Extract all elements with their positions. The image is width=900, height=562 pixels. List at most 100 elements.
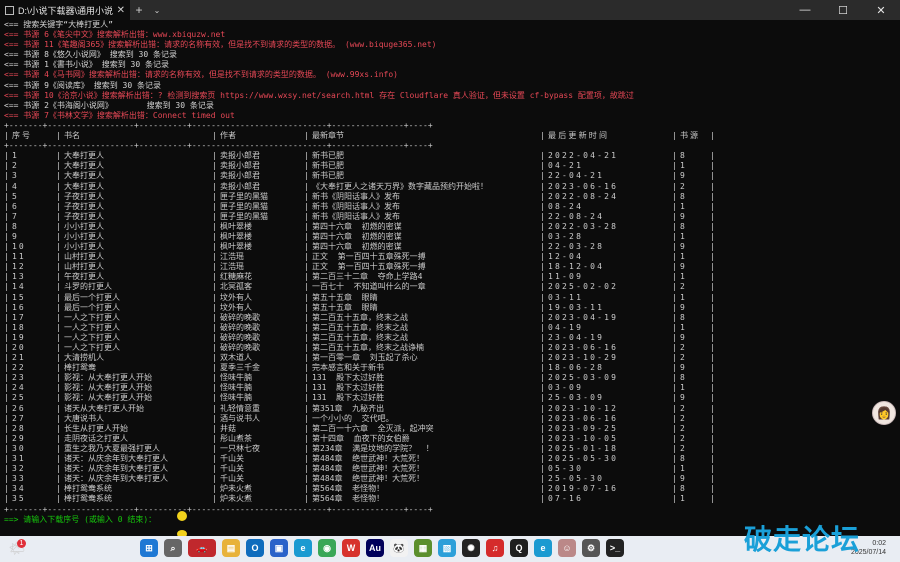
netease-music-icon[interactable]: ♫ xyxy=(486,539,504,557)
column-separator: | xyxy=(212,322,217,332)
column-separator: | xyxy=(56,151,61,161)
column-separator: | xyxy=(672,201,677,211)
avatar-app-icon[interactable]: ☺ xyxy=(558,539,576,557)
column-separator: | xyxy=(540,201,545,211)
table-cell: 9 xyxy=(680,211,687,221)
table-cell: 23-04-19 xyxy=(548,332,605,342)
terminal-icon[interactable]: >_ xyxy=(606,539,624,557)
column-separator: | xyxy=(672,322,677,332)
photo-icon[interactable]: ▧ xyxy=(438,539,456,557)
column-separator: | xyxy=(304,403,309,413)
weather-widget[interactable]: 🌤 1 xyxy=(6,539,28,559)
audition-icon[interactable]: Au xyxy=(366,539,384,557)
column-separator: | xyxy=(672,433,677,443)
settings-icon[interactable]: ⚙ xyxy=(582,539,600,557)
table-cell: 第484章 绝世武神！大荒死！ xyxy=(312,454,425,464)
table-cell: 9 xyxy=(680,363,687,373)
log-line: <== 书源 6《笔尖中文》搜索解析出错：www.xbiquzw.net xyxy=(4,30,226,40)
table-cell: 25 xyxy=(12,393,26,403)
column-separator: | xyxy=(304,454,309,464)
qq-icon[interactable]: Q xyxy=(510,539,528,557)
table-row: | 5 | 子夜打更人 | 匣子里的黑猫 | 新书《阴阳话事人》发布 | 2022-08-24 | 8… xyxy=(4,192,896,202)
table-cell: 新书已肥 xyxy=(312,171,344,181)
table-cell: 1 xyxy=(680,161,687,171)
panda-icon[interactable]: 🐼 xyxy=(390,539,408,557)
table-cell: 131 殿下太过好胜 xyxy=(312,373,385,383)
column-separator: | xyxy=(540,221,545,231)
column-separator: | xyxy=(672,373,677,383)
table-row: | 15 | 最后一个打更人 | 坟外有人 | 第五十五章 眼睛 | 03-11 | 1 | xyxy=(4,293,896,303)
table-cell: 一人之下打更人 xyxy=(64,343,120,352)
column-separator: | xyxy=(672,443,677,453)
windows-start-icon[interactable]: ⊞ xyxy=(140,539,158,557)
table-cell: 2023-06-16 xyxy=(548,413,619,423)
table-cell: 正文 第一百四十五章殊死一搏 xyxy=(312,262,426,272)
minimize-button[interactable]: — xyxy=(786,0,824,20)
column-separator: | xyxy=(212,201,217,211)
avatar[interactable]: 👩 xyxy=(872,401,896,425)
store-icon[interactable]: ▣ xyxy=(270,539,288,557)
table-cell: 斗罗的打更人 xyxy=(64,282,112,292)
table-cell: 13 xyxy=(12,272,26,282)
new-tab-button[interactable]: + xyxy=(130,3,148,17)
column-separator: | xyxy=(304,322,309,332)
chrome-icon[interactable]: ◉ xyxy=(318,539,336,557)
log-messages: <== 搜索关键字“大棒打更人” <== 书源 6《笔尖中文》搜索解析出错：www… xyxy=(4,20,896,121)
column-separator: | xyxy=(710,373,715,383)
car-app-icon[interactable]: 🚗 xyxy=(188,539,216,557)
column-separator: | xyxy=(4,292,9,302)
table-row: | 4 | 大奉打更人 | 卖报小郎君 | 《大奉打更人之诸天万界》数字藏品预约开始啦！ | 20… xyxy=(4,182,896,192)
wps-icon[interactable]: W xyxy=(342,539,360,557)
chevron-down-icon[interactable]: ⌄ xyxy=(148,6,166,15)
column-separator: | xyxy=(4,191,9,201)
terminal-tab[interactable]: D:\小说下载器\通用小说下载器.exe ✕ xyxy=(0,0,130,20)
window-controls: — ☐ ✕ xyxy=(786,0,900,20)
close-button[interactable]: ✕ xyxy=(862,0,900,20)
column-separator: | xyxy=(4,231,9,241)
outlook-icon[interactable]: O xyxy=(246,539,264,557)
column-separator: | xyxy=(672,171,677,181)
search-icon[interactable]: ⌕ xyxy=(164,539,182,557)
table-cell: 千山关 xyxy=(220,474,244,484)
column-separator: | xyxy=(710,221,715,231)
terminal-output[interactable]: <== 搜索关键字“大棒打更人” <== 书源 6《笔尖中文》搜索解析出错：www… xyxy=(4,20,896,530)
column-separator: | xyxy=(672,363,677,373)
table-cell: 第234章 满是坟地的学院？ ！ xyxy=(312,443,434,453)
file-explorer-icon[interactable]: ▤ xyxy=(222,539,240,557)
column-separator: | xyxy=(56,231,61,241)
table-cell: 第二百三十二章 夺命上学路4 xyxy=(312,272,423,282)
openai-icon[interactable]: ✺ xyxy=(462,539,480,557)
table-cell: 2023-04-19 xyxy=(548,312,619,322)
column-separator: | xyxy=(4,262,9,272)
table-cell: 2 xyxy=(680,282,687,292)
watermark-logo: 破走论坛 xyxy=(744,523,861,556)
table-cell: 小小打更人 xyxy=(64,231,104,241)
column-separator: | xyxy=(540,454,545,464)
column-separator: | xyxy=(304,353,309,363)
app-tiles-icon[interactable]: ▦ xyxy=(414,539,432,557)
table-cell: 匣子里的黑猫 xyxy=(220,211,268,221)
column-separator: | xyxy=(4,343,9,352)
column-separator: | xyxy=(304,373,309,383)
column-separator: | xyxy=(4,211,9,221)
tab-close-icon[interactable]: ✕ xyxy=(117,5,125,16)
column-separator: | xyxy=(710,363,715,373)
table-cell: 1 xyxy=(680,494,687,504)
column-separator: | xyxy=(710,393,715,403)
edge-icon[interactable]: e xyxy=(294,539,312,557)
column-separator: | xyxy=(212,231,217,241)
table-cell: 07-16 xyxy=(548,494,584,504)
tab-title: D:\小说下载器\通用小说下载器.exe xyxy=(18,5,113,16)
table-row: | 7 | 子夜打更人 | 匣子里的黑猫 | 新书《阴阳话事人》发布 | 22-08-24 | 9 | xyxy=(4,212,896,222)
maximize-button[interactable]: ☐ xyxy=(824,0,862,20)
column-separator: | xyxy=(4,373,9,383)
column-separator: | xyxy=(710,443,715,453)
edge-2-icon[interactable]: e xyxy=(534,539,552,557)
column-separator: | xyxy=(304,231,309,241)
column-separator: | xyxy=(212,191,217,201)
column-separator: | xyxy=(4,201,9,211)
table-cell: 28 xyxy=(12,423,26,433)
column-separator: | xyxy=(710,242,715,252)
table-row: | 30 | 重生之我乃大夏最强打更人 | 一只林七夜 | 第234章 满是坟地的学院？ ！ |… xyxy=(4,444,896,454)
cursor-marker-icon xyxy=(177,511,187,521)
